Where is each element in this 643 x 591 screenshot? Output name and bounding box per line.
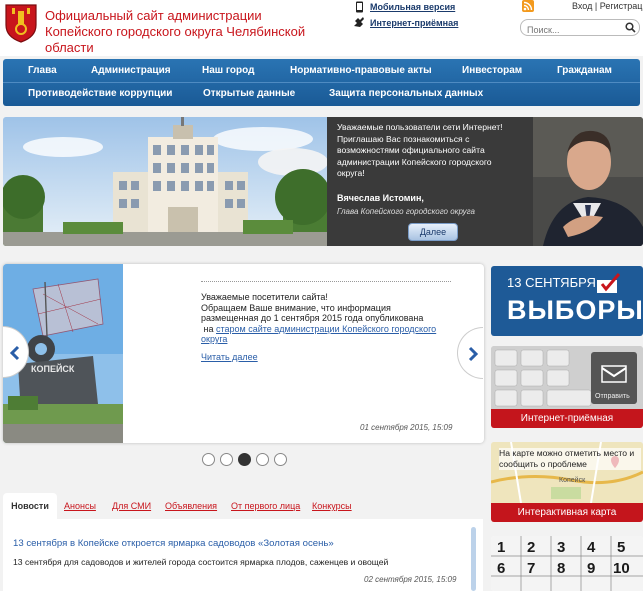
hero-greeting: Уважаемые пользователи сети Интернет! Пр…	[337, 122, 531, 180]
tab-notices[interactable]: Объявления	[165, 493, 217, 519]
news-item-title[interactable]: 13 сентября в Копейске откроется ярмарка…	[13, 538, 334, 549]
site-header: Официальный сайт администрации Копейског…	[0, 0, 643, 56]
internet-reception-link[interactable]: Интернет-приёмная	[370, 18, 458, 28]
map-caption: На карте можно отметить место и сообщить…	[499, 448, 641, 470]
calendar-image: 1 2 3 4 5 6 7 8 9 10	[491, 536, 643, 591]
slide-body: Уважаемые посетители сайта! Обращаем Ваш…	[201, 292, 456, 345]
slider-dot-2[interactable]	[220, 453, 233, 466]
interactive-map-card[interactable]: Копейск На карте можно отметить место и …	[491, 442, 643, 522]
hero-name: Вячеслав Истомин,	[337, 193, 424, 203]
hero-line: Уважаемые пользователи сети Интернет!	[337, 122, 503, 132]
auth-links: Вход | Регистрац	[572, 1, 642, 11]
city-crest-icon[interactable]	[4, 3, 38, 43]
site-title[interactable]: Официальный сайт администрации Копейског…	[45, 8, 345, 56]
reception-card-label: Интернет-приёмная	[491, 409, 643, 428]
main-navigation: Глава Администрация Наш город Нормативно…	[3, 59, 640, 106]
internet-reception-card[interactable]: Отправить Интернет-приёмная	[491, 346, 643, 428]
tab-media[interactable]: Для СМИ	[112, 493, 151, 519]
news-slider: КОПЕЙСК Уважаемые посетители сайта! Обра…	[3, 264, 484, 443]
slide-line: размещенная до 1 сентября 2015 года опуб…	[201, 313, 424, 323]
nav-item-our-city[interactable]: Наш город	[202, 65, 254, 76]
slide-line: на старом сайте администрации Копейского…	[201, 324, 456, 345]
slider-dot-3[interactable]	[238, 453, 251, 466]
elections-date: 13 СЕНТЯБРЯ	[507, 275, 596, 290]
chevron-right-icon	[468, 346, 479, 362]
hero-line: администрации Копейского городского	[337, 156, 492, 167]
slider-dot-4[interactable]	[256, 453, 269, 466]
news-panel: 13 сентября в Копейске откроется ярмарка…	[3, 519, 483, 591]
slider-dot-1[interactable]	[202, 453, 215, 466]
svg-text:10: 10	[613, 560, 630, 577]
svg-text:9: 9	[587, 560, 595, 577]
mobile-phone-icon	[356, 1, 363, 13]
slider-dot-5[interactable]	[274, 453, 287, 466]
news-item-date: 02 сентября 2015, 15:09	[364, 575, 457, 584]
nav-row-primary: Глава Администрация Наш город Нормативно…	[3, 59, 640, 82]
nav-item-administration[interactable]: Администрация	[91, 65, 171, 76]
auth-separator: |	[594, 1, 598, 11]
tab-news[interactable]: Новости	[3, 493, 57, 519]
hero-more-button[interactable]: Далее	[408, 223, 458, 241]
svg-text:1: 1	[497, 539, 505, 556]
news-item-summary: 13 сентября для садоводов и жителей горо…	[13, 557, 389, 567]
register-link[interactable]: Регистрац	[600, 1, 643, 11]
svg-text:5: 5	[617, 539, 625, 556]
svg-text:4: 4	[587, 539, 596, 556]
map-card-label: Интерактивная карта	[491, 503, 643, 522]
send-key-label: Отправить	[595, 393, 630, 400]
monument-caption: КОПЕЙСК	[31, 363, 75, 374]
hero-line: округа!	[337, 168, 365, 178]
nav-item-personal-data[interactable]: Защита персональных данных	[329, 88, 483, 99]
svg-text:2: 2	[527, 539, 535, 556]
hero-banner: Уважаемые пользователи сети Интернет! Пр…	[3, 117, 643, 246]
svg-text:8: 8	[557, 560, 565, 577]
nav-item-glava[interactable]: Глава	[28, 65, 57, 76]
nav-item-anti-corruption[interactable]: Противодействие коррупции	[28, 88, 172, 99]
nav-item-legal-acts[interactable]: Нормативно-правовые акты	[290, 65, 432, 76]
slide-date: 01 сентября 2015, 15:09	[360, 423, 453, 432]
news-scrollbar[interactable]	[471, 527, 476, 591]
slide-line: Обращаем Ваше внимание, что информация	[201, 302, 391, 313]
site-title-line1: Официальный сайт администрации	[45, 8, 262, 23]
elections-title: ВЫБОРЫ	[507, 295, 643, 325]
nav-item-open-data[interactable]: Открытые данные	[203, 88, 295, 99]
calendar-banner[interactable]: 1 2 3 4 5 6 7 8 9 10	[491, 536, 643, 591]
hero-position: Глава Копейского городского округа	[337, 207, 475, 216]
news-tabs: Новости Анонсы Для СМИ Объявления От пер…	[3, 493, 483, 519]
login-link[interactable]: Вход	[572, 1, 592, 11]
hero-line: Приглашаю Вас познакомиться с	[337, 133, 470, 144]
elections-banner[interactable]: 13 СЕНТЯБРЯ ВЫБОРЫ	[491, 266, 643, 336]
tab-contests[interactable]: Конкурсы	[312, 493, 352, 519]
rss-icon[interactable]	[522, 0, 534, 12]
tab-announcements[interactable]: Анонсы	[64, 493, 96, 519]
old-site-link[interactable]: старом сайте администрации Копейского го…	[201, 324, 436, 345]
search-input[interactable]	[527, 22, 623, 38]
tab-first-person[interactable]: От первого лица	[231, 493, 300, 519]
city-hall-photo	[3, 117, 327, 246]
svg-text:7: 7	[527, 560, 535, 577]
chevron-left-icon	[9, 345, 20, 361]
search-box	[520, 19, 640, 38]
hero-line: возможностями официального сайта	[337, 145, 485, 155]
slide-line: Уважаемые посетители сайта!	[201, 292, 328, 302]
head-of-district-photo	[533, 117, 643, 246]
svg-text:6: 6	[497, 560, 505, 577]
map-city-label: Копейск	[559, 476, 586, 484]
keyboard-image: Отправить	[491, 346, 643, 409]
svg-text:3: 3	[557, 539, 565, 556]
ballot-box-icon	[597, 273, 621, 293]
slide-line-prefix: на	[203, 323, 214, 334]
reception-icon	[354, 17, 364, 27]
read-more-link[interactable]: Читать далее	[201, 352, 258, 362]
nav-item-investors[interactable]: Инвесторам	[462, 65, 522, 76]
nav-item-citizens[interactable]: Гражданам	[557, 65, 612, 76]
slide-divider	[201, 281, 451, 282]
search-icon[interactable]	[625, 22, 636, 33]
nav-row-secondary: Противодействие коррупции Открытые данны…	[3, 83, 640, 106]
mobile-version-link[interactable]: Мобильная версия	[370, 2, 455, 12]
site-title-line2: Копейского городского округа Челябинской…	[45, 24, 306, 55]
